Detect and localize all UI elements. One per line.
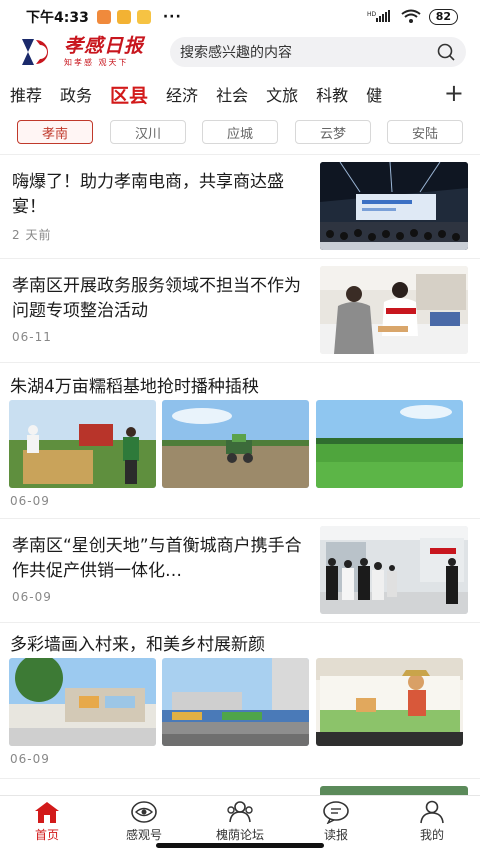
tab-county[interactable]: 区县 [110,81,148,108]
mail-app-icon [96,10,111,24]
signal-icon: HD [367,9,393,26]
eye-badge-icon [131,801,157,823]
nav-home-label: 首页 [34,828,59,842]
person-icon [420,800,444,824]
news-thumbnail[interactable] [320,266,468,354]
news-time: 06-09 [12,590,52,604]
home-indicator[interactable] [156,843,324,848]
news-item[interactable]: 孝南区“星创天地”与首衡城商户携手合作共促产供销一体化… 06-09 [0,524,480,620]
divider [0,778,480,779]
nav-forum-label: 槐荫论坛 [215,828,264,842]
tab-science-education[interactable]: 科教 [316,82,348,106]
news-title[interactable]: 多彩墙画入村来，和美乡村展新颜 [10,630,265,655]
county-yingcheng[interactable]: 应城 [202,120,278,144]
svg-text:HD: HD [367,11,377,18]
divider [0,518,480,519]
news-title[interactable]: 孝南区开展政务服务领域不担当不作为问题专项整治活动 [12,274,308,324]
tab-culture-tourism[interactable]: 文旅 [266,82,298,106]
nav-ganguanhao-label: 感观号 [125,828,162,842]
news-time: 06-09 [10,752,50,766]
logo-title: 孝感日报 [64,35,145,57]
news-item[interactable]: 嗨爆了！助力孝南电商，共享商达盛宴！ 2 天前 [0,160,480,256]
next-news-preview [320,786,468,795]
divider [0,258,480,259]
tab-society[interactable]: 社会 [216,82,248,106]
nav-read-paper[interactable]: 读报 [301,800,371,843]
news-item[interactable]: 孝南区开展政务服务领域不担当不作为问题专项整治活动 06-11 [0,264,480,360]
news-image-3[interactable] [316,658,463,746]
search-placeholder: 搜索感兴趣的内容 [180,45,292,61]
news-title[interactable]: 朱湖4万亩糯稻基地抢时播种插秧 [10,372,259,397]
nav-forum[interactable]: 槐荫论坛 [205,800,275,843]
logo-slogan: 知孝感 观天下 [64,58,129,67]
home-icon [35,802,59,823]
news-time: 06-11 [12,330,52,344]
nav-ganguanhao[interactable]: 感观号 [109,800,179,843]
wifi-icon [401,9,421,26]
news-time: 2 天前 [12,228,52,242]
channel-tabs: 推荐 政务 区县 经济 社会 文旅 科教 健 + [0,76,480,112]
county-yunmeng[interactable]: 云梦 [295,120,371,144]
status-time: 下午4:33 [26,10,89,26]
status-bar: 下午4:33 ··· HD 82 [0,0,480,34]
forum-icon [227,801,253,823]
app-logo[interactable]: 孝感日报 知孝感 观天下 [18,37,168,67]
news-thumbnail[interactable] [320,162,468,250]
app-header: 孝感日报 知孝感 观天下 搜索感兴趣的内容 [0,34,480,70]
news-title[interactable]: 孝南区“星创天地”与首衡城商户携手合作共促产供销一体化… [12,534,308,584]
news-image-3[interactable] [316,400,463,488]
news-thumbnail[interactable] [320,526,468,614]
county-filter: 孝南 汉川 应城 云梦 安陆 [0,120,480,146]
news-image-1[interactable] [9,400,156,488]
nav-read-paper-label: 读报 [323,828,348,842]
news-image-2[interactable] [162,658,309,746]
weibo-app-icon [116,10,131,24]
divider [0,362,480,363]
county-anlu[interactable]: 安陆 [387,120,463,144]
tab-economy[interactable]: 经济 [166,82,198,106]
logo-mark-icon [18,37,58,67]
nav-home[interactable]: 首页 [12,800,82,843]
battery-indicator: 82 [428,9,458,25]
news-time: 06-09 [10,494,50,508]
news-item[interactable]: 多彩墙画入村来，和美乡村展新颜 06-09 [0,626,480,776]
tab-health[interactable]: 健 [366,82,382,106]
add-channel-button[interactable]: + [444,80,464,106]
chat-bubble-icon [323,801,349,824]
county-xiaonan[interactable]: 孝南 [17,120,93,144]
tab-government[interactable]: 政务 [60,82,92,106]
news-title[interactable]: 嗨爆了！助力孝南电商，共享商达盛宴！ [12,170,308,220]
county-hanchuan[interactable]: 汉川 [110,120,186,144]
divider [0,154,480,155]
tab-recommend[interactable]: 推荐 [10,82,42,106]
news-image-2[interactable] [162,400,309,488]
nav-mine-label: 我的 [419,828,444,842]
news-item[interactable]: 朱湖4万亩糯稻基地抢时播种插秧 06-09 [0,366,480,516]
search-input[interactable]: 搜索感兴趣的内容 [170,37,466,67]
news-image-1[interactable] [9,658,156,746]
nav-mine[interactable]: 我的 [397,800,467,843]
more-notifications-icon: ··· [162,9,182,25]
message-app-icon [136,10,151,24]
divider [0,622,480,623]
search-icon[interactable] [436,42,456,62]
